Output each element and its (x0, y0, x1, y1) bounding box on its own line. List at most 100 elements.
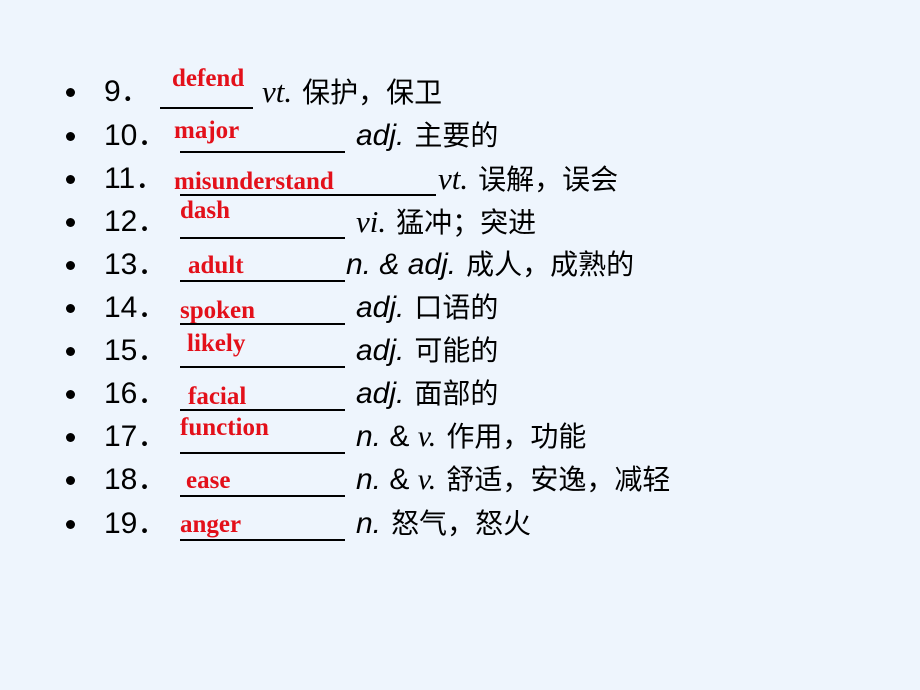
answer-text: spoken (180, 297, 256, 324)
part-of-speech: vi. (356, 204, 387, 239)
item-number: 19． (104, 507, 168, 540)
answer-blank: function (180, 414, 345, 457)
pos-noun: n. (356, 463, 390, 496)
part-of-speech: vt. (262, 74, 293, 109)
meaning: 成人，成熟的 (466, 248, 635, 281)
definition: n. & v. 舒适，安逸，减轻 (356, 460, 670, 500)
bullet-icon (66, 88, 75, 97)
meaning: 作用，功能 (446, 420, 587, 453)
answer-text: misunderstand (174, 168, 334, 195)
bullet-icon (66, 520, 75, 529)
answer-blank: ease (180, 460, 345, 500)
blank-underline (180, 539, 345, 541)
answer-text: major (174, 117, 240, 144)
definition: vt. 保护，保卫 (262, 72, 442, 113)
bullet-icon (66, 175, 75, 184)
pos-noun: n. (356, 420, 390, 453)
definition: n. 怒气，怒火 (356, 504, 531, 544)
vocab-item: 12． dash vi. 猛冲；突进 (0, 197, 920, 243)
bullet-icon (66, 476, 75, 485)
bullet-icon (66, 433, 75, 442)
part-of-speech: adj. (356, 119, 405, 152)
answer-blank: misunderstand (174, 159, 436, 199)
definition: adj. 主要的 (356, 116, 498, 156)
item-number: 12． (104, 205, 168, 238)
item-number: 10． (104, 119, 168, 152)
blank-underline (180, 237, 345, 239)
blank-underline (180, 280, 345, 282)
vocab-item: 18． ease n. & v. 舒适，安逸，减轻 (0, 460, 920, 500)
vocab-item: 19． anger n. 怒气，怒火 (0, 504, 920, 544)
vocabulary-list: 9． defend vt. 保护，保卫 10． major adj. 主要的 11．… (0, 0, 920, 690)
pos-ampersand: & (389, 463, 418, 496)
pos-verb: v. (417, 463, 437, 496)
answer-blank: dash (180, 197, 345, 242)
pos-verb: v. (417, 420, 437, 453)
answer-text: anger (180, 511, 242, 538)
item-number: 15． (104, 334, 168, 367)
meaning: 保护，保卫 (302, 76, 443, 109)
answer-text: defend (172, 65, 245, 92)
vocab-item: 13． adult n. & adj. 成人，成熟的 (0, 245, 920, 285)
blank-underline (180, 495, 345, 497)
blank-underline (180, 151, 345, 153)
meaning: 猛冲；突进 (396, 206, 537, 239)
bullet-icon (66, 304, 75, 313)
part-of-speech: n. & v. (356, 420, 436, 453)
blank-underline (180, 366, 345, 368)
bullet-icon (66, 347, 75, 356)
answer-blank: facial (180, 374, 345, 414)
vocab-item: 15． likely adj. 可能的 (0, 330, 920, 371)
part-of-speech: n. (356, 507, 382, 540)
meaning: 主要的 (414, 119, 499, 152)
part-of-speech: n. & v. (356, 463, 436, 496)
answer-text: facial (188, 383, 247, 410)
vocab-item: 16． facial adj. 面部的 (0, 374, 920, 414)
definition: adj. 口语的 (356, 288, 498, 328)
meaning: 可能的 (414, 334, 499, 367)
item-number: 17． (104, 420, 168, 453)
vocab-item: 14． spoken adj. 口语的 (0, 288, 920, 328)
definition: vt. 误解，误会 (438, 159, 618, 200)
part-of-speech: adj. (356, 334, 405, 367)
answer-text: adult (188, 252, 244, 279)
part-of-speech: adj. (356, 291, 405, 324)
item-number: 14． (104, 291, 168, 324)
meaning: 误解，误会 (478, 163, 619, 196)
bullet-icon (66, 390, 75, 399)
definition: vi. 猛冲；突进 (356, 202, 536, 243)
bullet-icon (66, 218, 75, 227)
definition: n. & adj. 成人，成熟的 (346, 245, 634, 285)
definition: adj. 可能的 (356, 331, 498, 371)
vocab-item: 9． defend vt. 保护，保卫 (0, 65, 920, 113)
meaning: 口语的 (414, 291, 499, 324)
item-number: 18． (104, 463, 168, 496)
answer-blank: defend (160, 65, 253, 112)
answer-blank: anger (180, 504, 345, 544)
answer-text: likely (187, 330, 246, 357)
answer-blank: adult (180, 245, 345, 285)
blank-underline (180, 323, 345, 325)
answer-blank: likely (180, 330, 345, 371)
answer-blank: spoken (180, 288, 345, 328)
item-number: 11． (104, 162, 166, 195)
answer-text: function (180, 414, 269, 441)
definition: adj. 面部的 (356, 374, 498, 414)
answer-text: dash (180, 197, 231, 224)
blank-underline (160, 107, 253, 109)
meaning: 舒适，安逸，减轻 (446, 463, 671, 496)
meaning: 面部的 (414, 377, 499, 410)
blank-underline (180, 452, 345, 454)
vocab-item: 11． misunderstand vt. 误解，误会 (0, 159, 920, 199)
vocab-item: 10． major adj. 主要的 (0, 116, 920, 156)
definition: n. & v. 作用，功能 (356, 417, 586, 457)
item-number: 16． (104, 377, 168, 410)
answer-blank: major (174, 116, 345, 156)
part-of-speech: vt. (438, 161, 469, 196)
item-number: 9． (104, 75, 151, 108)
meaning: 怒气，怒火 (391, 507, 532, 540)
bullet-icon (66, 261, 75, 270)
blank-underline (180, 409, 345, 411)
part-of-speech: adj. (356, 377, 405, 410)
bullet-icon (66, 132, 75, 141)
